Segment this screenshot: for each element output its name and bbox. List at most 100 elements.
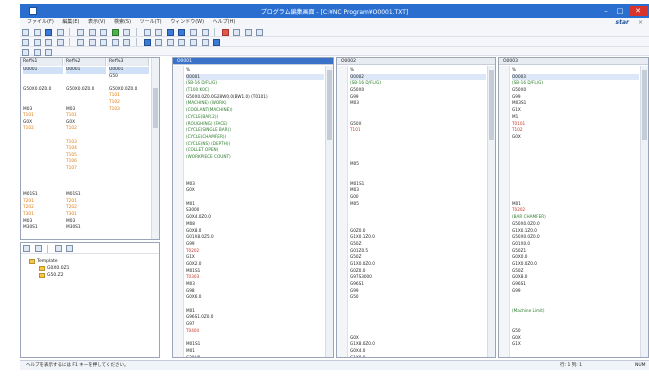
grid-icon[interactable] (201, 38, 209, 46)
convert-icon[interactable] (100, 38, 108, 46)
code-line[interactable]: G0X (350, 335, 486, 342)
color-icon[interactable] (189, 38, 197, 46)
code-line[interactable]: G97 (186, 321, 324, 328)
code-line[interactable]: M01S1 (350, 181, 486, 188)
scrollbar-thumb[interactable] (489, 70, 494, 140)
split-icon[interactable] (213, 38, 221, 46)
code-line[interactable] (350, 141, 486, 148)
code-line[interactable]: G0X (186, 187, 324, 194)
zoom-out-icon[interactable] (166, 38, 174, 46)
code-line[interactable]: O0001 (186, 73, 324, 81)
file-list-item[interactable]: T102 (109, 100, 149, 107)
program-icon[interactable] (22, 38, 29, 46)
code-lines[interactable]: % O0003 (SB-16 D/FL/G) G50X0 G99 M03S1 G1X M1 T0… (512, 67, 639, 357)
code-line[interactable]: G99 (512, 94, 639, 101)
file-list-item[interactable]: T102 (66, 126, 106, 133)
file-list-item[interactable] (109, 192, 149, 199)
code-line[interactable]: G1X0.0 (350, 355, 486, 357)
minimize-button[interactable]: – (599, 6, 613, 16)
code-line[interactable]: M03 (186, 281, 324, 288)
mdi-close-button[interactable]: × (638, 19, 643, 26)
code-line[interactable]: G96S1 (512, 281, 639, 288)
copy-icon[interactable] (88, 28, 96, 36)
code-line[interactable]: T0101 (512, 121, 639, 128)
code-line[interactable] (350, 134, 486, 141)
file-list-item[interactable]: O0001 (23, 67, 63, 74)
new-template-icon[interactable] (23, 245, 30, 252)
file-list-item[interactable] (109, 120, 149, 127)
code-line[interactable]: G0X4.0Z0.0 (186, 214, 324, 221)
code-line[interactable] (512, 181, 639, 188)
info-icon[interactable] (256, 28, 264, 36)
code-line[interactable]: G50Z (350, 241, 486, 248)
column-header[interactable]: Ref%1 (21, 58, 63, 66)
code-line[interactable]: % (512, 67, 639, 74)
code-line[interactable]: G50X0.0Z0.0G28W0.0(BW1.0) (T0101) (186, 94, 324, 101)
code-line[interactable] (350, 174, 486, 181)
code-line[interactable]: (T100 K0C) (186, 87, 324, 94)
compare-icon[interactable] (189, 28, 197, 36)
block-icon[interactable] (33, 38, 41, 46)
file-list-item[interactable] (109, 212, 149, 219)
code-lines[interactable]: % O0001 (SB-16 D/FL/G) (T100 K0C) G50X0.0Z0.… (186, 67, 324, 357)
file-list-item[interactable]: T301 (66, 212, 106, 219)
editor-body[interactable]: % O0001 (SB-16 D/FL/G) (T100 K0C) G50X0.0Z0.… (173, 66, 324, 357)
code-line[interactable]: G1X0.1Z0.0 (350, 234, 486, 241)
code-line[interactable] (512, 154, 639, 161)
code-line[interactable] (350, 221, 486, 228)
file-list-item[interactable] (23, 80, 63, 87)
file-list-item[interactable] (109, 225, 149, 232)
editor-pane-1[interactable]: O0001 % O0001 (SB-16 D/FL/G) (T100 K0C) G50X… (172, 57, 334, 358)
code-line[interactable]: M1 (512, 114, 639, 121)
code-line[interactable]: G0Z0.0 (350, 268, 486, 275)
code-line[interactable]: G50Z1 (512, 248, 639, 255)
editor-scrollbar[interactable] (640, 66, 648, 357)
file-column[interactable]: O0001 G50X0.0Z0.0 M03 T101 G0X T102 M01S1 T201 T… (21, 67, 63, 232)
code-line[interactable]: G1X (512, 107, 639, 114)
code-line[interactable] (186, 174, 324, 181)
code-line[interactable]: (COOLANT(MACHINE)) (186, 107, 324, 114)
code-line[interactable]: M05 (350, 201, 486, 208)
code-line[interactable]: (BAR CHAMFER) (512, 214, 639, 221)
code-line[interactable]: (SB-16 D/FL/G) (186, 80, 324, 87)
code-line[interactable] (512, 141, 639, 148)
code-line[interactable]: O0002 (350, 73, 486, 81)
code-line[interactable] (186, 161, 324, 168)
menu-search[interactable]: 検索(S) (114, 18, 131, 27)
editor-scrollbar[interactable] (487, 66, 495, 357)
file-list-item[interactable] (66, 133, 106, 140)
code-line[interactable]: G50X0 (350, 87, 486, 94)
code-line[interactable]: G0X (512, 335, 639, 342)
column-header[interactable]: Ref%3 (107, 58, 149, 66)
code-line[interactable]: G99 (186, 241, 324, 248)
code-line[interactable] (512, 161, 639, 168)
close-button[interactable]: ✕ (629, 6, 647, 16)
file-list-item[interactable] (23, 146, 63, 153)
code-line[interactable]: G50X0.0Z0.0 (512, 221, 639, 228)
file-list-item[interactable] (109, 173, 149, 180)
code-line[interactable]: (SB-16 D/FL/G) (350, 80, 486, 87)
zoom-in-icon[interactable] (155, 38, 163, 46)
pane-header[interactable]: O0001 (173, 58, 333, 65)
code-line[interactable]: T0404 (186, 328, 324, 335)
code-line[interactable]: G99 (512, 288, 639, 295)
check-icon[interactable] (88, 38, 96, 46)
editor-body[interactable]: % O0003 (SB-16 D/FL/G) G50X0 G99 M03S1 G1X M1 T0… (499, 66, 639, 357)
redo-icon[interactable] (123, 28, 131, 36)
code-line[interactable]: G01X8.0Z5.0 (186, 234, 324, 241)
code-line[interactable]: G0X8.0 (186, 228, 324, 235)
code-line[interactable]: M05 (350, 161, 486, 168)
pane-right-icon[interactable] (33, 48, 41, 56)
code-line[interactable]: (CYCLE(SINGLE BAR)) (186, 127, 324, 134)
file-list-item[interactable] (109, 219, 149, 226)
cut-icon[interactable] (76, 28, 84, 36)
transfer-icon[interactable] (143, 38, 151, 46)
code-line[interactable]: (COLLET OPEN) (186, 147, 324, 154)
code-line[interactable]: T0202 (186, 248, 324, 255)
menu-help[interactable]: ヘルプ(H) (213, 18, 236, 27)
code-line[interactable]: O0003 (512, 73, 639, 81)
menu-view[interactable]: 表示(V) (88, 18, 105, 27)
code-line[interactable]: G1X (512, 341, 639, 348)
code-line[interactable]: G98 (186, 288, 324, 295)
code-line[interactable] (350, 301, 486, 308)
